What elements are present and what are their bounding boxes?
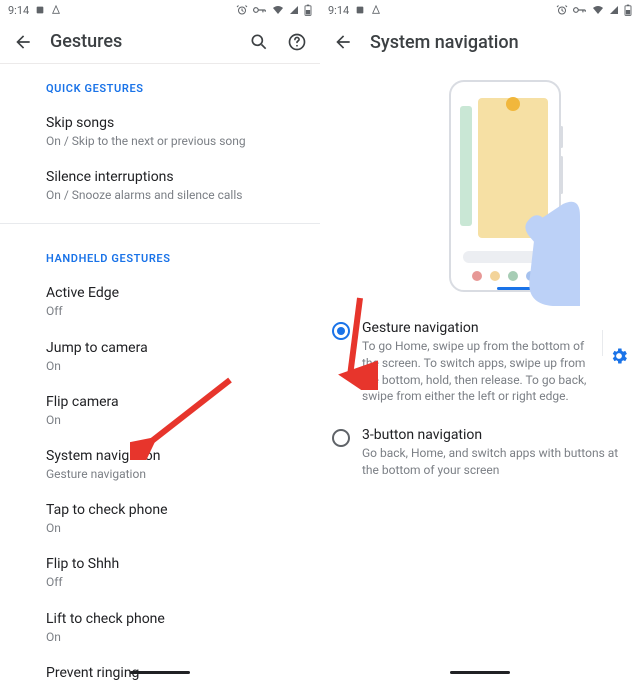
option-gesture-navigation[interactable]: Gesture navigation To go Home, swipe up … bbox=[320, 310, 640, 417]
option-title: 3-button navigation bbox=[362, 427, 630, 443]
item-flip-to-shhh[interactable]: Flip to Shhh Off bbox=[0, 546, 320, 600]
home-indicator[interactable] bbox=[450, 671, 510, 674]
status-time: 9:14 bbox=[8, 4, 29, 17]
alarm-icon bbox=[236, 4, 248, 16]
key-icon bbox=[573, 5, 587, 15]
item-subtitle: On bbox=[46, 412, 296, 428]
search-icon bbox=[249, 32, 269, 52]
item-title: Flip to Shhh bbox=[46, 556, 296, 572]
item-silence-interruptions[interactable]: Silence interruptions On / Snooze alarms… bbox=[0, 159, 320, 213]
section-header: QUICK GESTURES bbox=[0, 64, 320, 105]
option-subtitle: To go Home, swipe up from the bottom of … bbox=[362, 338, 596, 405]
radio-button[interactable] bbox=[332, 322, 350, 340]
item-jump-to-camera[interactable]: Jump to camera On bbox=[0, 330, 320, 384]
option-settings-button[interactable] bbox=[608, 320, 630, 366]
gestures-screen: 9:14 Gestures QUICK GESTURES Skip songs … bbox=[0, 0, 320, 680]
item-flip-camera[interactable]: Flip camera On bbox=[0, 384, 320, 438]
app-bar: Gestures bbox=[0, 20, 320, 64]
help-button[interactable] bbox=[286, 31, 308, 53]
system-navigation-screen: 9:14 System navigation bbox=[320, 0, 640, 680]
option-subtitle: Go back, Home, and switch apps with butt… bbox=[362, 445, 630, 479]
divider bbox=[0, 223, 320, 224]
notif-icon bbox=[35, 5, 45, 15]
item-title: Active Edge bbox=[46, 285, 296, 301]
item-subtitle: Off bbox=[46, 574, 296, 590]
app-bar: System navigation bbox=[320, 20, 640, 64]
item-system-navigation[interactable]: System navigation Gesture navigation bbox=[0, 438, 320, 492]
item-title: Flip camera bbox=[46, 394, 296, 410]
key-icon bbox=[253, 5, 267, 15]
alarm-icon bbox=[556, 4, 568, 16]
signal-icon bbox=[609, 5, 619, 15]
item-subtitle: Gesture navigation bbox=[46, 466, 296, 482]
gesture-illustration bbox=[375, 76, 585, 306]
status-time: 9:14 bbox=[328, 4, 349, 17]
status-bar: 9:14 bbox=[0, 0, 320, 20]
notif-icon bbox=[355, 5, 365, 15]
item-skip-songs[interactable]: Skip songs On / Skip to the next or prev… bbox=[0, 105, 320, 159]
status-bar: 9:14 bbox=[320, 0, 640, 20]
item-title: Lift to check phone bbox=[46, 611, 296, 627]
back-button[interactable] bbox=[332, 31, 354, 53]
battery-icon bbox=[624, 4, 632, 16]
item-subtitle: On bbox=[46, 358, 296, 374]
notif-icon bbox=[371, 5, 381, 15]
item-title: Jump to camera bbox=[46, 340, 296, 356]
item-title: Silence interruptions bbox=[46, 169, 296, 185]
option-title: Gesture navigation bbox=[362, 320, 596, 336]
arrow-back-icon bbox=[333, 32, 353, 52]
item-active-edge[interactable]: Active Edge Off bbox=[0, 275, 320, 329]
section-header: HANDHELD GESTURES bbox=[0, 234, 320, 275]
item-subtitle: On bbox=[46, 629, 296, 645]
item-tap-to-check-phone[interactable]: Tap to check phone On bbox=[0, 492, 320, 546]
battery-icon bbox=[304, 4, 312, 16]
illustration bbox=[320, 64, 640, 310]
item-subtitle: On / Skip to the next or previous song bbox=[46, 133, 296, 149]
help-icon bbox=[287, 32, 307, 52]
item-subtitle: On bbox=[46, 520, 296, 536]
item-title: System navigation bbox=[46, 448, 296, 464]
item-subtitle: On / Snooze alarms and silence calls bbox=[46, 187, 296, 203]
item-subtitle: Off bbox=[46, 303, 296, 319]
page-title: System navigation bbox=[370, 32, 519, 53]
radio-button[interactable] bbox=[332, 429, 350, 447]
item-title: Skip songs bbox=[46, 115, 296, 131]
home-indicator[interactable] bbox=[130, 671, 190, 674]
back-button[interactable] bbox=[12, 31, 34, 53]
notif-icon bbox=[51, 5, 61, 15]
gear-icon bbox=[609, 346, 629, 366]
settings-list: QUICK GESTURES Skip songs On / Skip to t… bbox=[0, 64, 320, 680]
item-prevent-ringing[interactable]: Prevent ringing On (vibrate) bbox=[0, 655, 320, 680]
page-title: Gestures bbox=[50, 31, 122, 52]
signal-icon bbox=[289, 5, 299, 15]
option-3-button-navigation[interactable]: 3-button navigation Go back, Home, and s… bbox=[320, 417, 640, 491]
wifi-icon bbox=[592, 5, 604, 15]
wifi-icon bbox=[272, 5, 284, 15]
item-lift-to-check-phone[interactable]: Lift to check phone On bbox=[0, 601, 320, 655]
arrow-back-icon bbox=[13, 32, 33, 52]
search-button[interactable] bbox=[248, 31, 270, 53]
item-title: Tap to check phone bbox=[46, 502, 296, 518]
